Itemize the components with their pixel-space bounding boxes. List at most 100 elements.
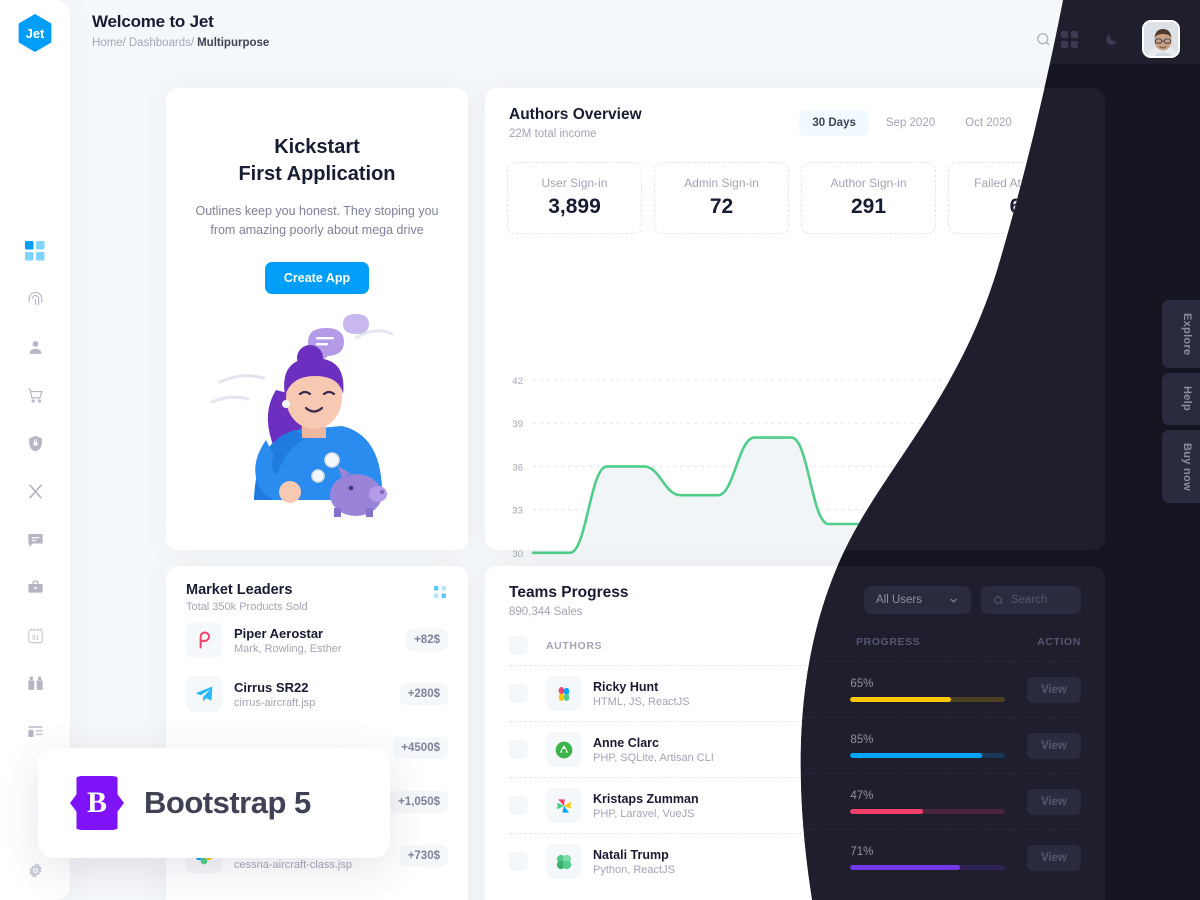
green-triangle-icon <box>554 740 574 760</box>
tab-sep-2020[interactable]: Sep 2020 <box>873 110 948 136</box>
stat-user-signin: User Sign-in 3,899 <box>507 162 642 234</box>
sidebar-item-gifts[interactable] <box>18 669 52 697</box>
dark-header-actions <box>1058 20 1180 58</box>
sidebar-nav: 31 <box>18 237 52 745</box>
team-member-name: Ricky Hunt <box>593 679 659 694</box>
market-leaders-title: Market Leaders <box>186 582 293 598</box>
side-tab-explore[interactable]: Explore <box>1162 300 1200 369</box>
svg-text:42: 42 <box>512 376 523 387</box>
page-title: Welcome to Jet <box>92 12 214 31</box>
progress-percent: 85% <box>850 733 874 746</box>
dark-col-progress: PROGRESS <box>856 635 921 648</box>
svg-text:31: 31 <box>31 634 39 641</box>
market-leaders-menu-button[interactable] <box>434 582 448 613</box>
teams-progress-subtitle: 890,344 Sales <box>509 606 583 618</box>
market-leader-desc: cessna-aircraft-class.jsp <box>234 858 352 871</box>
market-leader-name: Piper Aerostar <box>234 625 324 641</box>
dots-menu-icon <box>434 586 448 600</box>
team-member-skills: HTML, JS, ReactJS <box>593 695 690 708</box>
market-leader-row[interactable]: Piper Aerostar Mark, Rowling, Esther +82$ <box>166 613 468 667</box>
progress-bar-fill <box>850 752 983 758</box>
column-header-authors: AUTHORS <box>546 639 603 652</box>
kickstart-title-line1: Kickstart <box>274 136 360 158</box>
woman-with-piggy-bank-illustration <box>206 300 436 530</box>
sidebar-item-ecommerce[interactable] <box>18 381 52 409</box>
team-member-icon <box>546 676 581 711</box>
telegram-icon <box>194 684 214 704</box>
side-tab-buy-now[interactable]: Buy now <box>1162 429 1200 504</box>
sidebar-item-layout[interactable] <box>18 717 52 745</box>
row-checkbox[interactable] <box>509 852 528 871</box>
select-all-checkbox[interactable] <box>509 636 528 655</box>
market-leader-amount: +82$ <box>406 629 448 651</box>
app-logo[interactable]: Jet <box>16 14 54 52</box>
sidebar-item-chat[interactable] <box>18 525 52 553</box>
sidebar-item-security[interactable] <box>18 429 52 457</box>
market-leader-amount: +280$ <box>400 683 448 705</box>
side-tab-help[interactable]: Help <box>1162 373 1200 425</box>
svg-text:33: 33 <box>512 506 523 517</box>
tab-30-days[interactable]: 30 Days <box>799 110 868 136</box>
dark-users-filter-label: All Users <box>875 594 922 606</box>
user-avatar[interactable] <box>1142 20 1180 58</box>
team-member-icon <box>546 732 581 767</box>
market-leader-name: Cirrus SR22 <box>234 679 309 695</box>
stat-label: Admin Sign-in <box>684 176 759 190</box>
dark-mode-toggle[interactable] <box>1100 28 1122 50</box>
sidebar-item-tools[interactable] <box>18 477 52 505</box>
market-leader-row[interactable]: Cirrus SR22 cirrus-aircraft.jsp +280$ <box>166 667 468 721</box>
search-button[interactable] <box>1032 28 1054 50</box>
app-logo-text: Jet <box>25 25 45 41</box>
bootstrap-logo-letter: B <box>86 786 107 819</box>
progress-bar-fill <box>850 696 952 702</box>
gear-icon <box>26 861 45 880</box>
sidebar-item-fingerprint[interactable] <box>18 285 52 313</box>
row-checkbox[interactable] <box>509 740 528 759</box>
stat-value: 72 <box>709 195 734 218</box>
search-icon <box>1035 31 1052 48</box>
breadcrumb-item-home[interactable]: Home/ <box>92 37 126 49</box>
progress-bar <box>850 808 1006 814</box>
sidebar-item-settings[interactable] <box>18 856 52 884</box>
sidebar-item-calendar[interactable]: 31 <box>18 621 52 649</box>
market-leader-icon <box>186 622 222 658</box>
kickstart-title: Kickstart First Application <box>166 134 468 188</box>
dark-users-filter[interactable]: All Users <box>863 586 971 614</box>
team-member-icon <box>546 844 581 879</box>
create-app-button[interactable]: Create App <box>265 262 369 294</box>
market-leader-amount: +1,050$ <box>390 791 448 813</box>
kickstart-title-line2: First Application <box>238 163 396 185</box>
progress-bar-fill <box>850 808 924 814</box>
svg-text:30: 30 <box>512 549 523 560</box>
view-button[interactable]: View <box>1027 676 1081 703</box>
dark-search-box[interactable]: Search <box>981 586 1081 614</box>
row-checkbox[interactable] <box>509 684 528 703</box>
flower-multicolor-icon <box>554 684 574 704</box>
market-leader-desc: Mark, Rowling, Esther <box>234 642 342 655</box>
view-button[interactable]: View <box>1027 732 1081 759</box>
chevron-down-icon <box>950 598 957 603</box>
apps-grid-button[interactable] <box>1058 28 1080 50</box>
bootstrap-logo-icon: B <box>70 776 124 830</box>
stat-value: 3,899 <box>548 195 601 218</box>
search-icon <box>994 595 1003 605</box>
tab-oct-2020[interactable]: Oct 2020 <box>952 110 1025 136</box>
team-member-name: Anne Clarc <box>593 735 659 750</box>
sidebar-item-dashboard[interactable] <box>18 237 52 265</box>
briefcase-icon <box>26 578 45 597</box>
dark-search-placeholder: Search <box>1011 594 1048 606</box>
progress-percent: 65% <box>850 677 874 690</box>
user-icon <box>26 338 45 357</box>
sidebar-item-briefcase[interactable] <box>18 573 52 601</box>
market-leader-amount: +4500$ <box>393 737 448 759</box>
sidebar-item-profile[interactable] <box>18 333 52 361</box>
view-button[interactable]: View <box>1027 844 1081 871</box>
avatar-photo <box>1144 22 1178 56</box>
breadcrumb-item-dashboards[interactable]: Dashboards/ <box>129 37 194 49</box>
market-leader-amount: +730$ <box>400 845 448 867</box>
cart-icon <box>26 386 45 405</box>
side-tabs: Explore Help Buy now <box>1162 300 1200 504</box>
view-button[interactable]: View <box>1027 788 1081 815</box>
row-checkbox[interactable] <box>509 796 528 815</box>
stat-admin-signin: Admin Sign-in 72 <box>654 162 789 234</box>
